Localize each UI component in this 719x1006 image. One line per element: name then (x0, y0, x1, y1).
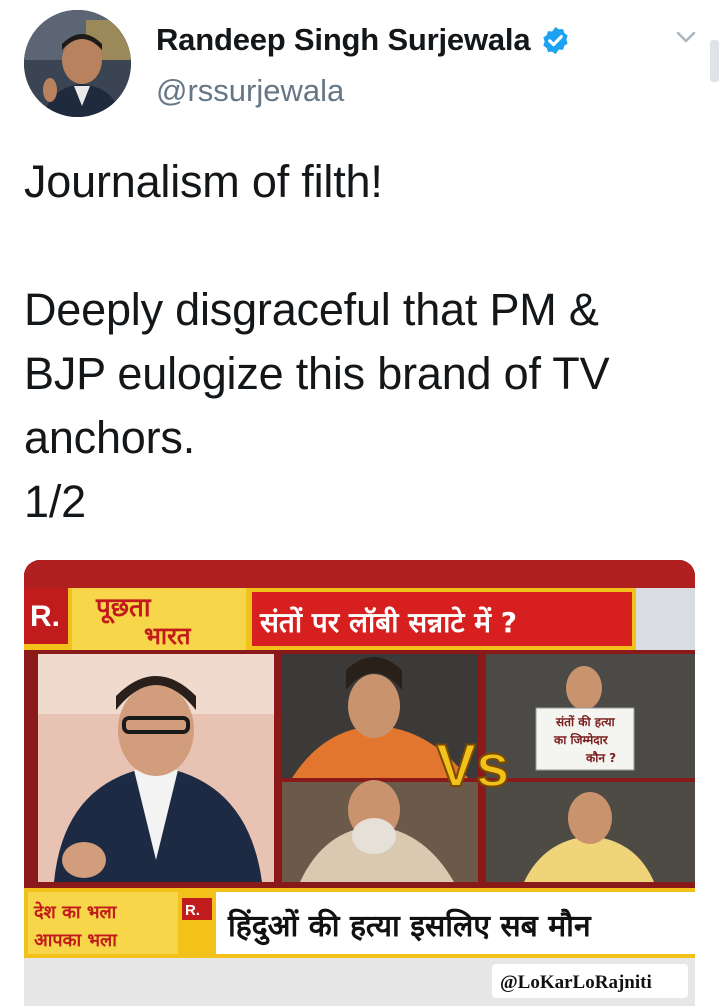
vs-label: Vs (436, 732, 509, 799)
avatar-image (24, 10, 131, 117)
author-name-row: Randeep Singh Surjewala (156, 22, 571, 58)
author-avatar[interactable] (24, 10, 131, 117)
show-name-line2: भारत (144, 622, 192, 650)
channel-logo: R. (30, 600, 60, 633)
placard-line1: संतों की हत्या (555, 715, 616, 729)
headline-top: संतों पर लॉबी सन्नाटे में ? (259, 606, 517, 639)
author-handle[interactable]: @rssurjewala (156, 73, 344, 109)
ticker-text: हिंदुओं की हत्या इसलिए सब मौन (227, 908, 592, 946)
corner-tag-line2: आपका भला (34, 930, 118, 951)
tweet-media[interactable]: R. पूछता भारत संतों पर लॉबी सन्नाटे में … (24, 560, 695, 1006)
corner-tag-line1: देश का भला (33, 901, 118, 923)
placard-line2: का जिम्मेदार (553, 733, 609, 747)
scrollbar[interactable] (710, 40, 719, 82)
placard-line3: कौन ? (585, 751, 616, 765)
small-logo: R. (185, 902, 200, 919)
verified-badge-icon (543, 26, 569, 54)
watermark: @LoKarLoRajniti (500, 972, 652, 993)
tweet-text: Journalism of filth! Deeply disgraceful … (24, 156, 610, 527)
author-display-name[interactable]: Randeep Singh Surjewala (156, 22, 531, 58)
chevron-down-icon[interactable] (672, 26, 700, 48)
show-name-line1: पूछता (95, 593, 152, 624)
tv-screenshot: R. पूछता भारत संतों पर लॉबी सन्नाटे में … (24, 560, 695, 1006)
